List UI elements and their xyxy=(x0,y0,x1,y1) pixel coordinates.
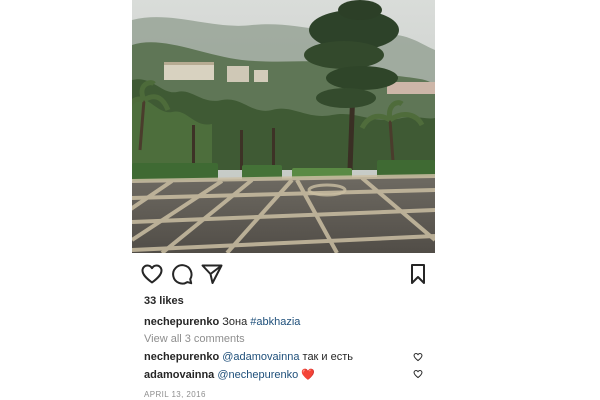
comment-like-icon[interactable] xyxy=(413,369,423,379)
post-date: APRIL 13, 2016 xyxy=(144,390,206,399)
comment-like-icon[interactable] xyxy=(413,352,423,362)
red-heart-emoji: ❤️ xyxy=(301,369,316,381)
comment-username[interactable]: adamovainna xyxy=(144,369,214,381)
comment-mention[interactable]: @adamovainna xyxy=(222,351,299,363)
comment-row: adamovainna @nechepurenko ❤️ xyxy=(144,368,435,384)
likes-count[interactable]: 33 likes xyxy=(144,295,184,307)
speech-bubble-icon[interactable] xyxy=(170,262,194,286)
comment-mention[interactable]: @nechepurenko xyxy=(217,369,298,381)
caption-hashtag[interactable]: #abkhazia xyxy=(250,316,300,328)
post-actions-bar xyxy=(132,262,435,288)
comment-username[interactable]: nechepurenko xyxy=(144,351,219,363)
post-photo[interactable] xyxy=(132,0,435,253)
instagram-post: 33 likes nechepurenko Зона #abkhazia Vie… xyxy=(132,0,435,400)
post-caption: nechepurenko Зона #abkhazia xyxy=(144,316,300,328)
paper-plane-icon[interactable] xyxy=(200,262,224,286)
heart-outline-icon[interactable] xyxy=(140,262,164,286)
view-all-comments-link[interactable]: View all 3 comments xyxy=(144,333,245,345)
comment-row: nechepurenko @adamovainna так и есть xyxy=(144,351,435,367)
caption-username[interactable]: nechepurenko xyxy=(144,316,219,328)
caption-text: Зона xyxy=(219,316,251,328)
bookmark-icon[interactable] xyxy=(406,262,430,286)
photo-illustration xyxy=(132,0,435,253)
comment-text: так и есть xyxy=(299,351,354,363)
